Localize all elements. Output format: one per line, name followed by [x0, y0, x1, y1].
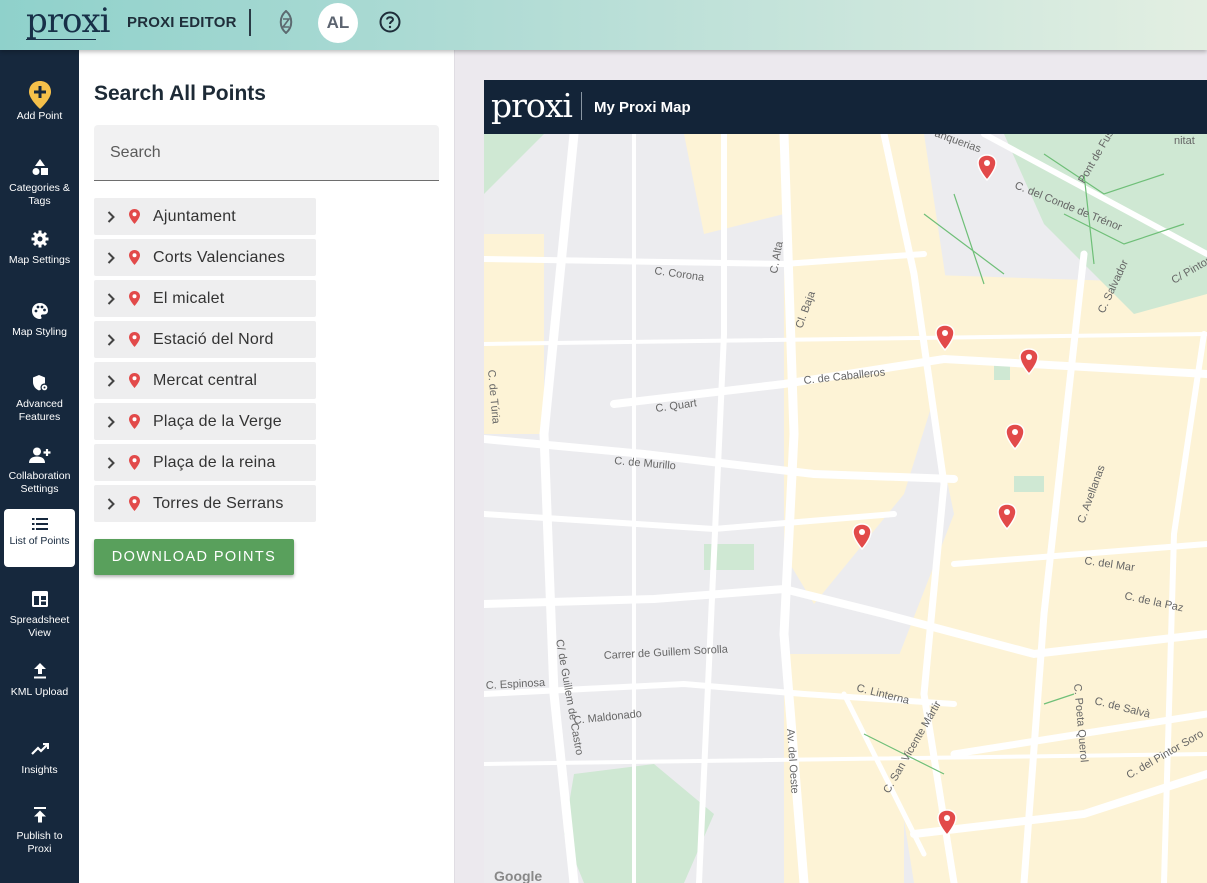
point-name: Torres de Serrans — [153, 494, 284, 512]
nav-publish-to-proxi[interactable]: Publish to Proxi — [4, 802, 75, 856]
panel-title: Search All Points — [94, 82, 266, 105]
map-pin-icon — [126, 455, 142, 470]
add-user-icon — [27, 442, 53, 468]
map-pin-icon — [126, 496, 142, 511]
point-name: Ajuntament — [153, 207, 236, 225]
chevron-right-icon[interactable] — [96, 210, 126, 223]
nav-add-point[interactable]: Add Point — [4, 81, 75, 123]
map-proxi-logo: proxi — [491, 86, 573, 125]
map-pin-icon — [126, 250, 142, 265]
user-avatar[interactable]: AL — [318, 3, 358, 43]
download-points-button[interactable]: DOWNLOAD POINTS — [94, 539, 294, 575]
point-item-torres-de-serrans[interactable]: Torres de Serrans — [94, 485, 316, 522]
map-header-divider — [581, 92, 582, 120]
trending-up-icon — [27, 736, 53, 762]
help-icon[interactable] — [378, 10, 402, 34]
chevron-right-icon[interactable] — [96, 333, 126, 346]
top-bar: proxi PROXI EDITOR AL — [0, 0, 1207, 50]
nav-list-of-points[interactable]: List of Points — [4, 509, 75, 567]
map-canvas[interactable]: C. Corona C. Alta Cl. Baja C. de Caballe… — [484, 128, 1207, 883]
point-item-estacio-del-nord[interactable]: Estació del Nord — [94, 321, 316, 358]
palette-icon — [27, 298, 53, 324]
top-divider — [249, 9, 251, 36]
map-pin-icon — [126, 414, 142, 429]
table-icon — [27, 586, 53, 612]
publish-icon — [27, 802, 53, 828]
points-panel: Search All Points Ajuntament Corts Valen… — [79, 50, 455, 883]
editor-label: PROXI EDITOR — [127, 14, 237, 31]
point-item-ajuntament[interactable]: Ajuntament — [94, 198, 316, 235]
point-item-corts-valencianes[interactable]: Corts Valencianes — [94, 239, 316, 276]
point-name: Estació del Nord — [153, 330, 274, 348]
list-icon — [27, 515, 53, 533]
nav-advanced-features[interactable]: Advanced Features — [4, 370, 75, 424]
chevron-right-icon[interactable] — [96, 456, 126, 469]
chevron-right-icon[interactable] — [96, 497, 126, 510]
map-pin-icon — [126, 373, 142, 388]
point-item-mercat-central[interactable]: Mercat central — [94, 362, 316, 399]
point-name: Corts Valencianes — [153, 248, 286, 266]
nav-insights[interactable]: Insights — [4, 736, 75, 777]
map-pin-icon — [126, 291, 142, 306]
left-navigation: Add Point Categories & Tags Map Settings… — [0, 50, 79, 883]
map-header: proxi My Proxi Map — [484, 80, 1207, 134]
google-attribution: Google — [494, 868, 543, 883]
nav-map-styling[interactable]: Map Styling — [4, 298, 75, 339]
point-name: Mercat central — [153, 371, 258, 389]
svg-text:nitat: nitat — [1174, 135, 1195, 147]
search-input[interactable] — [94, 125, 439, 181]
map-pin-icon — [126, 332, 142, 347]
point-item-el-micalet[interactable]: El micalet — [94, 280, 316, 317]
point-name: Plaça de la reina — [153, 453, 276, 471]
add-location-icon — [27, 81, 53, 109]
shapes-icon — [27, 154, 53, 180]
nav-map-settings[interactable]: Map Settings — [4, 226, 75, 267]
gear-icon — [27, 226, 53, 252]
map-pin-icon — [126, 209, 142, 224]
point-item-placa-de-la-reina[interactable]: Plaça de la reina — [94, 444, 316, 481]
eco-leaf-icon[interactable] — [274, 10, 298, 34]
upload-icon — [27, 658, 53, 684]
map-tiles[interactable]: C. Corona C. Alta Cl. Baja C. de Caballe… — [484, 128, 1207, 883]
nav-categories-tags[interactable]: Categories & Tags — [4, 154, 75, 208]
chevron-right-icon[interactable] — [96, 251, 126, 264]
shield-gear-icon — [27, 370, 53, 396]
chevron-right-icon[interactable] — [96, 415, 126, 428]
map-title: My Proxi Map — [594, 99, 691, 116]
map-preview: proxi My Proxi Map C. Corona C. Alta Cl.… — [484, 80, 1207, 883]
proxi-logo[interactable]: proxi — [26, 1, 111, 41]
nav-kml-upload[interactable]: KML Upload — [4, 658, 75, 699]
point-item-placa-de-la-verge[interactable]: Plaça de la Verge — [94, 403, 316, 440]
point-name: El micalet — [153, 289, 225, 307]
chevron-right-icon[interactable] — [96, 374, 126, 387]
nav-spreadsheet-view[interactable]: Spreadsheet View — [4, 586, 75, 640]
point-name: Plaça de la Verge — [153, 412, 282, 430]
chevron-right-icon[interactable] — [96, 292, 126, 305]
nav-collaboration-settings[interactable]: Collaboration Settings — [4, 442, 75, 496]
